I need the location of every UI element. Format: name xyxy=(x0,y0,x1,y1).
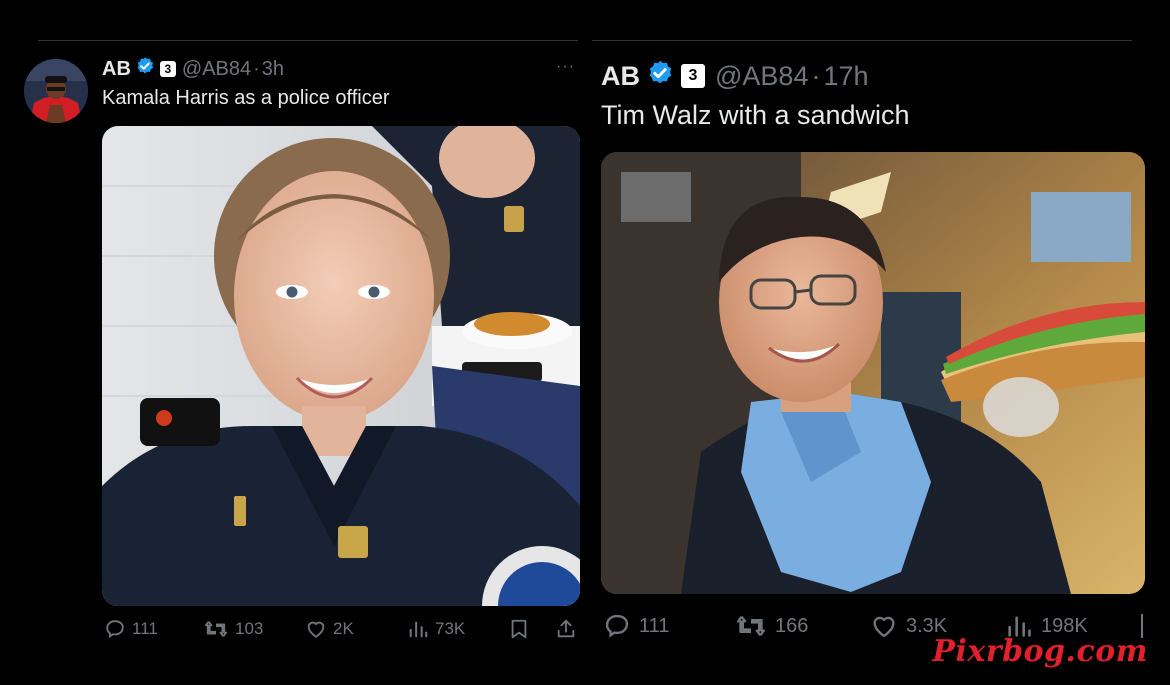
repost-icon xyxy=(737,615,765,637)
tweet-left[interactable]: AB 3 @AB84 · 3h ··· Kamala Harris as a p… xyxy=(0,0,585,685)
repost-button[interactable]: 103 xyxy=(203,618,263,640)
tweet-image[interactable] xyxy=(601,152,1145,594)
verified-badge-icon xyxy=(646,59,674,94)
watermark: Pixrbog.com xyxy=(932,634,1148,669)
more-options-icon[interactable]: ··· xyxy=(556,58,575,76)
views-button[interactable]: 73K xyxy=(407,618,465,640)
repost-count: 103 xyxy=(235,619,264,638)
reply-button[interactable]: 111 xyxy=(603,612,669,640)
heart-icon xyxy=(307,621,325,638)
tweet-image[interactable] xyxy=(102,126,580,606)
views-count: 73K xyxy=(435,619,466,638)
reply-count: 111 xyxy=(639,614,670,637)
repost-count: 166 xyxy=(775,614,809,637)
reply-icon xyxy=(605,614,629,638)
tweet-time[interactable]: 17h xyxy=(823,61,868,92)
time-separator: · xyxy=(811,60,821,91)
share-icon xyxy=(557,619,575,638)
author-name[interactable]: AB xyxy=(601,61,640,92)
share-button[interactable] xyxy=(555,618,577,640)
time-separator: · xyxy=(253,57,260,80)
tweet-text: Tim Walz with a sandwich xyxy=(601,100,910,130)
affiliate-badge[interactable]: 3 xyxy=(159,61,176,77)
tweet-right[interactable]: AB 3 @AB84 · 17h Tim Walz with a sandwic… xyxy=(585,0,1170,685)
views-icon xyxy=(409,621,428,638)
man-with-sandwich-photo xyxy=(601,152,1145,594)
repost-icon xyxy=(205,621,227,637)
affiliate-badge[interactable]: 3 xyxy=(681,64,705,88)
police-officer-photo xyxy=(102,126,580,606)
like-count: 2K xyxy=(333,619,354,638)
author-handle[interactable]: @AB84 xyxy=(182,58,251,81)
tweet-text: Kamala Harris as a police officer xyxy=(102,87,390,109)
reply-button[interactable]: 111 xyxy=(104,618,158,640)
tweet-time[interactable]: 3h xyxy=(262,58,284,81)
tweet-header: AB 3 @AB84 · 17h xyxy=(601,60,869,92)
heart-icon xyxy=(873,616,895,638)
bookmark-button[interactable] xyxy=(509,618,529,640)
tweet-header: AB 3 @AB84 · 3h xyxy=(102,57,284,81)
reply-count: 111 xyxy=(132,619,158,638)
like-button[interactable]: 2K xyxy=(305,618,354,640)
repost-button[interactable]: 166 xyxy=(735,612,808,640)
author-handle[interactable]: @AB84 xyxy=(715,61,808,92)
verified-badge-icon xyxy=(135,56,155,82)
bookmark-icon xyxy=(511,619,527,639)
author-name[interactable]: AB xyxy=(102,58,131,81)
avatar[interactable] xyxy=(24,59,88,123)
reply-icon xyxy=(106,620,124,639)
